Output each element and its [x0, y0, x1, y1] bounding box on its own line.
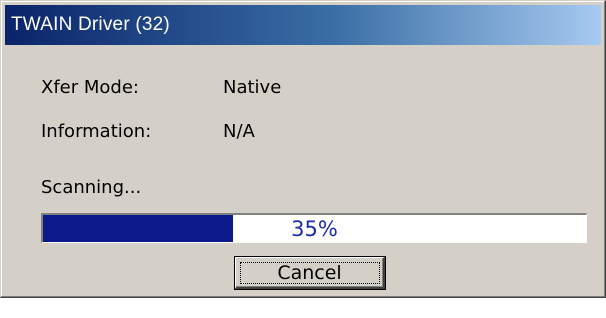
cancel-button-label: Cancel [277, 261, 342, 284]
xfer-mode-value: Native [223, 77, 282, 98]
progress-percent-label: 35% [291, 216, 338, 241]
twain-dialog: TWAIN Driver (32) Xfer Mode: Native Info… [0, 0, 606, 298]
scanning-status: Scanning... [41, 177, 142, 198]
window-title: TWAIN Driver (32) [11, 14, 170, 35]
cancel-button[interactable]: Cancel [235, 257, 385, 289]
xfer-mode-label: Xfer Mode: [41, 77, 139, 98]
information-value: N/A [223, 121, 255, 142]
title-bar[interactable]: TWAIN Driver (32) [5, 5, 601, 45]
scan-progress-bar: 35% [41, 213, 587, 243]
information-label: Information: [41, 121, 152, 142]
